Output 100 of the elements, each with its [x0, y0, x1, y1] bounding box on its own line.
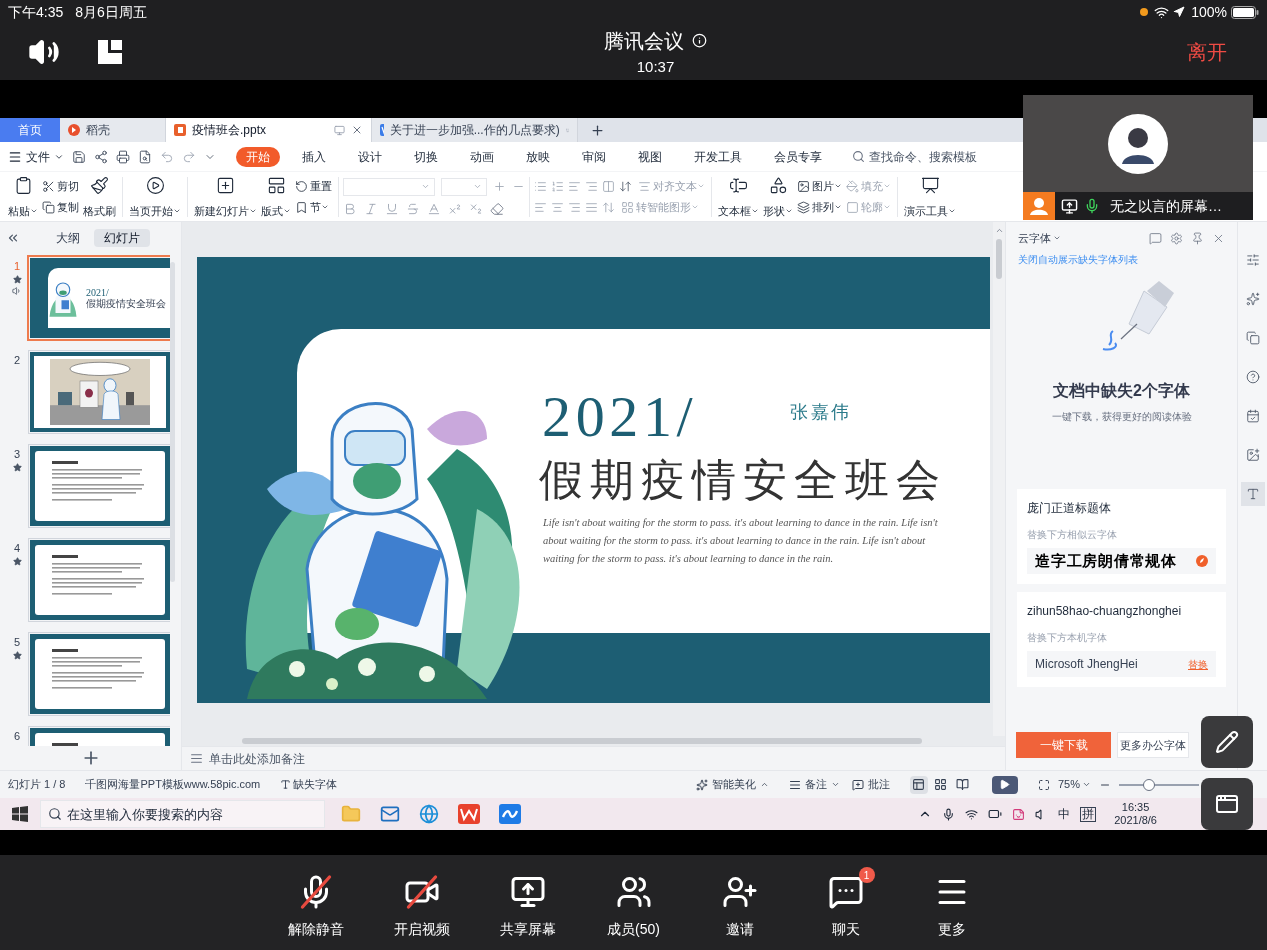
ribbon-tab[interactable]: 设计: [348, 146, 392, 167]
side-tool-button[interactable]: [1240, 482, 1265, 506]
start-icon[interactable]: [12, 806, 28, 822]
pane-tab[interactable]: 幻灯片: [93, 229, 150, 247]
spacing-icon[interactable]: [602, 200, 615, 214]
file-menu[interactable]: 文件: [8, 147, 64, 166]
zoom-slider-thumb[interactable]: [1143, 778, 1156, 791]
toolbar-button[interactable]: 共享屏幕: [495, 865, 560, 940]
meeting-app-icon[interactable]: [499, 804, 521, 824]
ribbon-tab[interactable]: 插入: [292, 146, 336, 167]
share-icon[interactable]: [94, 149, 108, 164]
pin-icon[interactable]: [1191, 231, 1204, 245]
numbered-list-icon[interactable]: [551, 179, 564, 193]
annotate-button[interactable]: [1201, 716, 1253, 768]
zoom-dropdown[interactable]: 75%: [1057, 776, 1091, 793]
outdent-icon[interactable]: [568, 179, 581, 193]
document-tab[interactable]: 疫情班会.pptx: [166, 118, 372, 142]
leave-button[interactable]: 离开: [1187, 37, 1227, 67]
shape-button[interactable]: 形状: [761, 173, 795, 220]
clear-format-icon[interactable]: [490, 201, 504, 216]
settings-icon[interactable]: [1170, 231, 1183, 245]
slide-thumbnail[interactable]: 2021/ 假期疫情安全班会: [30, 258, 170, 338]
slide-thumbnail[interactable]: [30, 352, 170, 432]
new-tab-icon[interactable]: [590, 122, 605, 138]
justify-icon[interactable]: [585, 200, 598, 214]
mail-icon[interactable]: [380, 804, 400, 824]
window-button[interactable]: [1201, 778, 1253, 830]
beautify-button[interactable]: 智能美化: [695, 776, 769, 793]
align-left-icon[interactable]: [534, 200, 547, 214]
more-fonts-button[interactable]: 更多办公字体: [1117, 732, 1189, 758]
copy-button[interactable]: 复制: [40, 196, 81, 218]
slide-thumbnail[interactable]: [30, 540, 170, 620]
ribbon-tab[interactable]: 开发工具: [684, 146, 752, 167]
replacement-font-row[interactable]: 造字工房朗倩常规体: [1027, 548, 1216, 574]
redo-icon[interactable]: [182, 149, 196, 164]
save-icon[interactable]: [72, 149, 86, 164]
bullet-list-icon[interactable]: [534, 179, 547, 193]
cut-button[interactable]: 剪切: [40, 175, 81, 197]
missing-fonts-button[interactable]: 缺失字体: [280, 776, 338, 793]
browser-icon[interactable]: [419, 804, 439, 824]
toolbar-button[interactable]: 成员(50): [601, 865, 666, 940]
tray-microphone-icon[interactable]: [942, 807, 956, 821]
home-tab[interactable]: 首页: [0, 118, 60, 142]
tray-wifi-icon[interactable]: [965, 807, 979, 821]
toolbar-button[interactable]: 邀请: [707, 865, 772, 940]
underline-icon[interactable]: [385, 201, 399, 216]
command-search-field[interactable]: 查找命令、搜索模板: [852, 147, 1009, 166]
layout-button[interactable]: 版式: [259, 173, 293, 220]
line-spacing-icon[interactable]: [619, 179, 632, 193]
view-button[interactable]: [909, 775, 928, 794]
presenter-tools-button[interactable]: 演示工具: [902, 173, 958, 220]
align-center-icon[interactable]: [551, 200, 564, 214]
paste-button[interactable]: 粘贴: [6, 173, 40, 220]
replacement-font-row[interactable]: Microsoft JhengHei 替换: [1027, 651, 1216, 677]
italic-icon[interactable]: [364, 201, 378, 216]
office-app-icon[interactable]: [458, 804, 480, 824]
tray-app-icon[interactable]: [1012, 807, 1026, 821]
bold-icon[interactable]: [343, 201, 357, 216]
columns-icon[interactable]: [602, 179, 615, 193]
picture-button[interactable]: 图片: [795, 175, 844, 197]
font-size-field[interactable]: [441, 177, 487, 196]
section-button[interactable]: 节: [293, 196, 334, 218]
font-name-field[interactable]: [343, 177, 435, 196]
indent-icon[interactable]: [585, 179, 598, 193]
format-painter-button[interactable]: 格式刷: [81, 173, 118, 220]
preview-icon[interactable]: [138, 149, 152, 164]
undo-icon[interactable]: [160, 149, 174, 164]
notes-button[interactable]: 备注: [788, 776, 840, 793]
align-right-icon[interactable]: [568, 200, 581, 214]
arrange-button[interactable]: 排列: [795, 196, 844, 218]
fit-icon[interactable]: [1037, 778, 1050, 791]
ribbon-tab[interactable]: 切换: [404, 146, 448, 167]
toolbar-button[interactable]: 1 聊天: [813, 865, 878, 940]
layout-icon[interactable]: [96, 38, 124, 66]
slide-thumbnail[interactable]: [30, 446, 170, 526]
ribbon-tab[interactable]: 审阅: [572, 146, 616, 167]
scroll-up-icon[interactable]: [994, 226, 1004, 235]
collapse-icon[interactable]: [6, 231, 20, 245]
pane-tab[interactable]: 大纲: [45, 229, 90, 247]
input-method[interactable]: 拼: [1080, 806, 1097, 822]
comments-button[interactable]: 批注: [851, 776, 890, 793]
increase-font-icon[interactable]: [493, 180, 506, 193]
close-icon[interactable]: [351, 124, 363, 136]
superscript-icon[interactable]: [448, 201, 462, 216]
subscript-icon[interactable]: [469, 201, 483, 216]
slide-thumbnail[interactable]: [30, 634, 170, 714]
ribbon-tab[interactable]: 会员专享: [764, 146, 832, 167]
ribbon-tab[interactable]: 动画: [460, 146, 504, 167]
toolbar-button[interactable]: 更多: [919, 865, 984, 940]
toolbar-button[interactable]: 解除静音: [283, 865, 348, 940]
text-box-button[interactable]: 文本框: [716, 173, 761, 220]
new-slide-button[interactable]: 新建幻灯片: [192, 173, 259, 220]
font-color-icon[interactable]: [427, 201, 441, 216]
ribbon-tab[interactable]: 放映: [516, 146, 560, 167]
comment-icon[interactable]: [1149, 231, 1162, 245]
input-mode[interactable]: 中: [1058, 805, 1071, 823]
info-icon[interactable]: [692, 33, 707, 49]
strikethrough-icon[interactable]: [406, 201, 420, 216]
tray-battery-icon[interactable]: [988, 807, 1003, 821]
panel-title-dropdown[interactable]: 云字体: [1018, 229, 1061, 247]
